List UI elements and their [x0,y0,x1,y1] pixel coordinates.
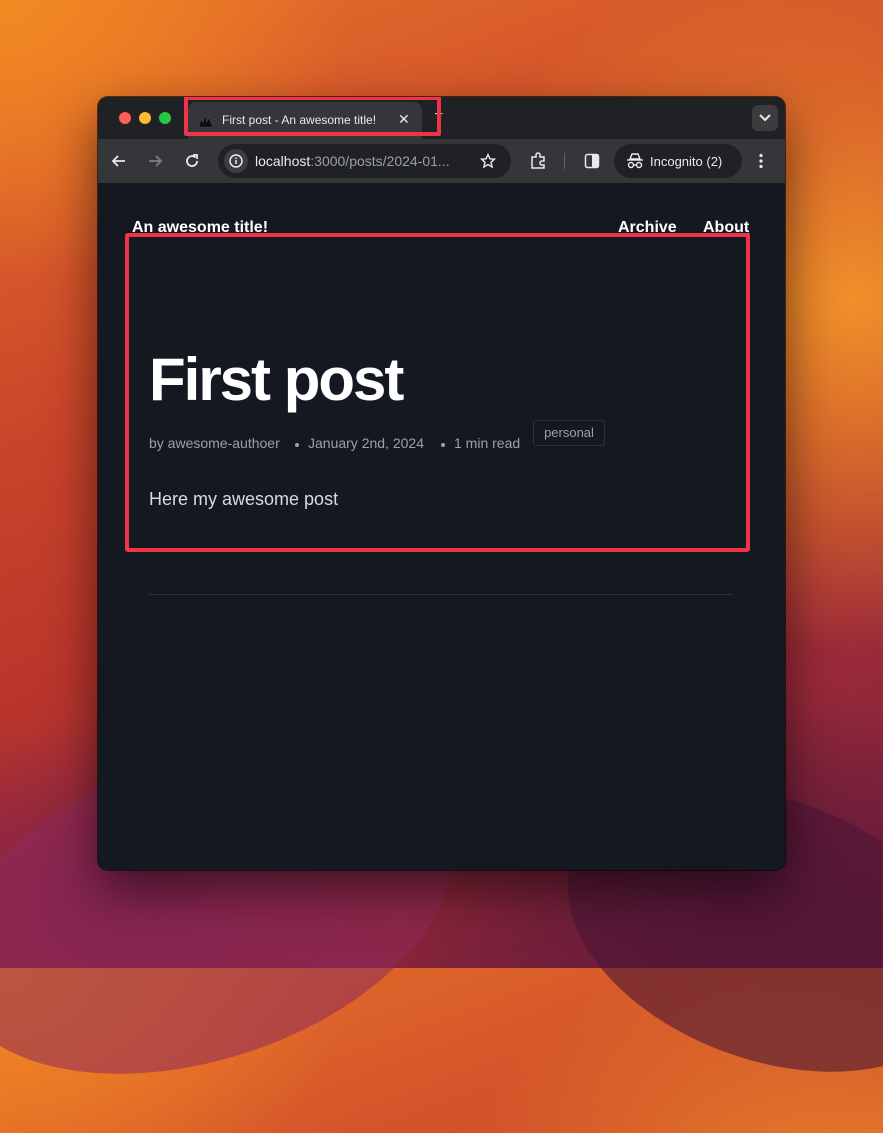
window-minimize-button[interactable] [139,112,151,124]
star-icon[interactable] [480,153,496,169]
back-icon[interactable] [111,153,127,169]
post-divider [149,594,733,595]
tab-highlight-box [184,97,441,136]
address-url: localhost:3000/posts/2024-01... [255,153,450,169]
url-path: :3000/posts/2024-01... [310,153,450,169]
side-panel-icon[interactable] [584,153,600,169]
toolbar-separator [564,153,565,169]
info-icon[interactable] [224,149,248,173]
extensions-icon[interactable] [529,152,547,170]
tab-search-button[interactable] [752,105,778,131]
more-menu-icon[interactable] [758,153,764,169]
incognito-icon [627,153,643,169]
address-bar[interactable]: localhost:3000/posts/2024-01... [218,144,511,178]
browser-window: First post - An awesome title! ✕ + local… [98,97,785,870]
window-close-button[interactable] [119,112,131,124]
post-highlight-box [125,233,750,552]
incognito-profile-button[interactable]: Incognito (2) [614,144,742,178]
chevron-down-icon [759,114,771,122]
reload-icon[interactable] [184,153,200,169]
browser-toolbar: localhost:3000/posts/2024-01... Incognit… [98,139,785,183]
forward-icon[interactable] [147,153,163,169]
url-host: localhost [255,153,311,169]
incognito-label: Incognito (2) [650,154,723,169]
window-maximize-button[interactable] [159,112,171,124]
